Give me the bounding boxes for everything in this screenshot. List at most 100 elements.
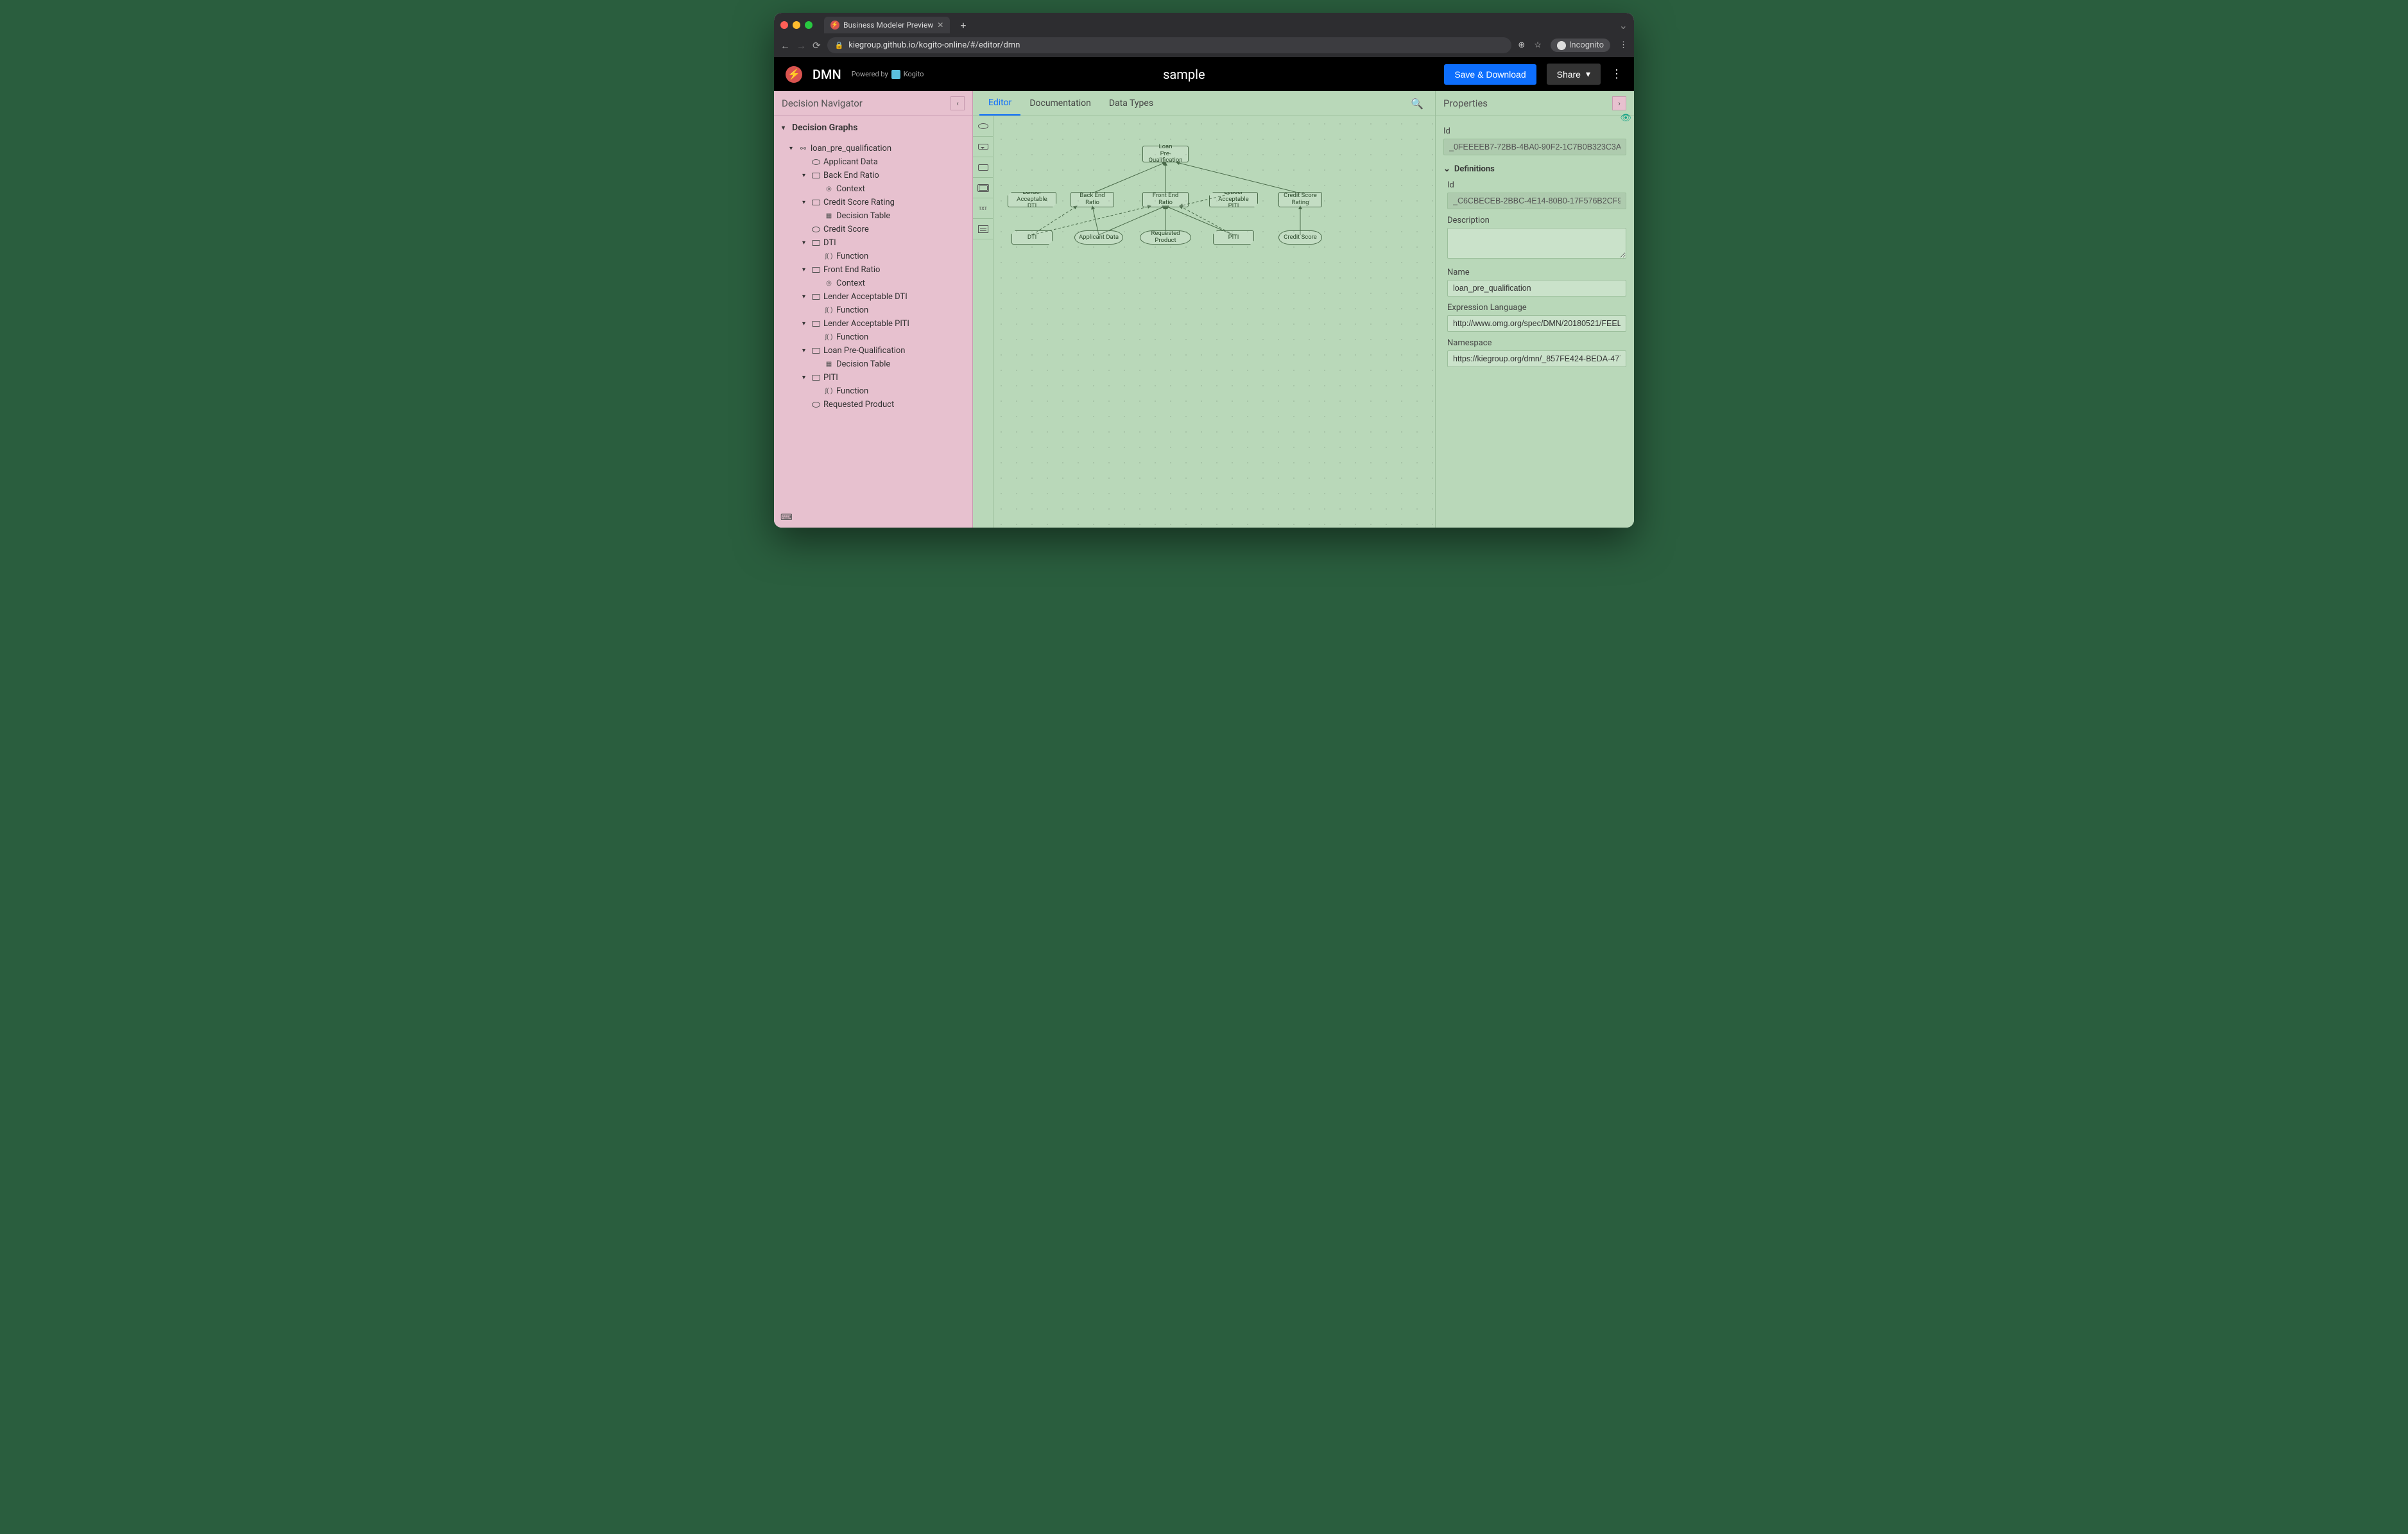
app-header: ⚡ DMN Powered by Kogito sample Save & Do…: [774, 57, 1634, 91]
namespace-field[interactable]: [1447, 350, 1626, 367]
close-tab-button[interactable]: ✕: [937, 21, 943, 30]
node-loan-pre-qualification[interactable]: Loan Pre-Qualification: [1142, 146, 1189, 162]
palette-decision[interactable]: [973, 157, 993, 178]
tree-node-credit-score[interactable]: Credit Score: [780, 223, 972, 236]
tree-node-function[interactable]: Function: [780, 304, 972, 317]
share-button-label: Share: [1557, 69, 1581, 80]
zoom-icon[interactable]: ⊕: [1518, 40, 1525, 50]
bookmark-icon[interactable]: ☆: [1534, 40, 1542, 50]
tree-label: Credit Score Rating: [823, 198, 895, 207]
tree-node-lender-acceptable-dti[interactable]: ▾Lender Acceptable DTI: [780, 290, 972, 304]
expr-lang-field[interactable]: [1447, 315, 1626, 332]
left-panel-title: Decision Navigator: [782, 98, 863, 109]
browser-window: ⚡ Business Modeler Preview ✕ + ⌄ ← → ⟳ 🔒…: [774, 13, 1634, 528]
tab-editor[interactable]: Editor: [979, 91, 1020, 116]
tree-node-function[interactable]: Function: [780, 384, 972, 398]
tree-node-function[interactable]: Function: [780, 250, 972, 263]
tree-node-context[interactable]: Context: [780, 182, 972, 196]
document-name[interactable]: sample: [934, 67, 1434, 82]
reload-button[interactable]: ⟳: [813, 40, 821, 51]
description-field[interactable]: [1447, 228, 1626, 259]
maximize-window-button[interactable]: [805, 21, 813, 29]
minimize-window-button[interactable]: [793, 21, 800, 29]
tree-node-dti[interactable]: ▾DTI: [780, 236, 972, 250]
node-piti[interactable]: PITI: [1213, 230, 1254, 245]
keyboard-shortcuts-icon[interactable]: ⌨: [780, 513, 793, 522]
tabs-overflow-button[interactable]: ⌄: [1619, 19, 1628, 31]
app-menu-button[interactable]: ⋮: [1611, 67, 1622, 81]
decision-tree: ▾loan_pre_qualification Applicant Data ▾…: [774, 139, 972, 418]
back-button[interactable]: ←: [780, 40, 790, 51]
tree-node-back-end-ratio[interactable]: ▾Back End Ratio: [780, 169, 972, 182]
tree-node-function[interactable]: Function: [780, 331, 972, 344]
node-dti[interactable]: DTI: [1011, 230, 1053, 245]
canvas-body: ᴛxᴛ: [973, 116, 1435, 528]
close-window-button[interactable]: [780, 21, 788, 29]
save-download-button[interactable]: Save & Download: [1444, 64, 1536, 85]
tree-root[interactable]: ▾loan_pre_qualification: [780, 142, 972, 155]
node-back-end-ratio[interactable]: Back End Ratio: [1071, 192, 1114, 207]
decision-graphs-section[interactable]: ▾ Decision Graphs: [774, 116, 972, 139]
palette-bkm[interactable]: [973, 178, 993, 198]
address-bar[interactable]: 🔒 kiegroup.github.io/kogito-online/#/edi…: [827, 37, 1512, 53]
definitions-header[interactable]: ⌄ Definitions: [1443, 164, 1626, 174]
tree-node-context[interactable]: Context: [780, 277, 972, 290]
left-panel-header: Decision Navigator ‹: [774, 91, 972, 116]
tree-node-credit-score-rating[interactable]: ▾Credit Score Rating: [780, 196, 972, 209]
tree-node-decision-table[interactable]: Decision Table: [780, 209, 972, 223]
browser-menu-button[interactable]: ⋮: [1619, 40, 1628, 50]
collapse-right-button[interactable]: ›: [1612, 96, 1626, 110]
palette-input-data[interactable]: [973, 116, 993, 137]
node-label: Lender Acceptable DTI: [1011, 189, 1053, 211]
id-label: Id: [1443, 126, 1626, 136]
right-panel-header: Properties ›: [1436, 91, 1634, 116]
tree-node-lender-acceptable-piti[interactable]: ▾Lender Acceptable PITI: [780, 317, 972, 331]
tab-strip: ⚡ Business Modeler Preview ✕ + ⌄: [774, 13, 1634, 33]
tree-label: Context: [836, 279, 865, 288]
tree-label: DTI: [823, 238, 836, 248]
collapse-left-button[interactable]: ‹: [950, 96, 965, 110]
tab-data-types[interactable]: Data Types: [1100, 92, 1162, 115]
tree-node-front-end-ratio[interactable]: ▾Front End Ratio: [780, 263, 972, 277]
node-lender-acceptable-dti[interactable]: Lender Acceptable DTI: [1008, 192, 1056, 207]
new-tab-button[interactable]: +: [955, 19, 971, 31]
visibility-toggle[interactable]: 👁: [1620, 113, 1631, 123]
node-credit-score-rating[interactable]: Credit Score Rating: [1278, 192, 1322, 207]
search-icon[interactable]: 🔍: [1406, 92, 1429, 115]
workspace: Decision Navigator ‹ ▾ Decision Graphs ▾…: [774, 91, 1634, 528]
tree-node-piti[interactable]: ▾PITI: [780, 371, 972, 384]
node-credit-score[interactable]: Credit Score: [1278, 230, 1322, 245]
window-controls: [780, 21, 819, 29]
id-field[interactable]: [1443, 139, 1626, 155]
tree-node-applicant-data[interactable]: Applicant Data: [780, 155, 972, 169]
tree-node-requested-product[interactable]: Requested Product: [780, 398, 972, 411]
tree-node-decision-table[interactable]: Decision Table: [780, 358, 972, 371]
tab-documentation[interactable]: Documentation: [1020, 92, 1100, 115]
def-id-field[interactable]: [1447, 193, 1626, 209]
dmn-canvas[interactable]: Loan Pre-Qualification Lender Acceptable…: [993, 116, 1435, 528]
node-label: Front End Ratio: [1146, 193, 1185, 207]
browser-tab[interactable]: ⚡ Business Modeler Preview ✕: [824, 17, 950, 33]
name-field[interactable]: [1447, 280, 1626, 297]
palette-decision-service[interactable]: [973, 219, 993, 239]
incognito-icon: [1557, 41, 1566, 50]
incognito-badge[interactable]: Incognito: [1551, 39, 1610, 52]
node-lender-acceptable-piti[interactable]: Lender Acceptable PITI: [1209, 192, 1258, 207]
section-label: Decision Graphs: [792, 123, 857, 133]
share-button[interactable]: Share ▾: [1547, 64, 1601, 85]
powered-by: Powered by Kogito: [852, 70, 924, 79]
forward-button[interactable]: →: [796, 40, 806, 51]
node-applicant-data[interactable]: Applicant Data: [1074, 230, 1123, 245]
node-front-end-ratio[interactable]: Front End Ratio: [1142, 192, 1189, 207]
tree-label: Loan Pre-Qualification: [823, 346, 905, 356]
tree-label: loan_pre_qualification: [811, 144, 891, 153]
node-requested-product[interactable]: Requested Product: [1140, 230, 1191, 245]
tree-node-loan-pre-qualification[interactable]: ▾Loan Pre-Qualification: [780, 344, 972, 358]
palette-annotation[interactable]: [973, 137, 993, 157]
def-id-label: Id: [1447, 180, 1626, 190]
tree-label: Function: [836, 252, 868, 261]
node-label: Loan Pre-Qualification: [1146, 144, 1185, 165]
palette-text[interactable]: ᴛxᴛ: [973, 198, 993, 219]
incognito-label: Incognito: [1569, 40, 1604, 50]
tree-label: Function: [836, 386, 868, 396]
